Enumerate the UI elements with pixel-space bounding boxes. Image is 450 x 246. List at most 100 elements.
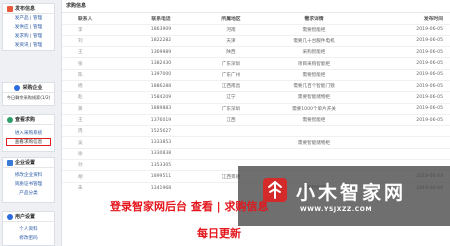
settings-icon [7, 159, 13, 166]
sidebar-item-news[interactable]: 发资讯 | 管理 [3, 41, 54, 50]
region-cell: 天津 [198, 34, 264, 47]
table-row: 刘 1822282 天津 需要几十台服件电机 2019-06-05 [62, 34, 450, 47]
region-cell: 辽宁 [198, 91, 264, 104]
region-cell: 江西南昌 [198, 79, 264, 92]
table-row: 李 1863909 河南 需要智能柜 2019-06-05 [62, 23, 450, 36]
detail-cell: 需要几百个智能门锁 [264, 79, 364, 92]
sidebar-item-profile[interactable]: 个人资料 [3, 225, 54, 234]
publish-panel-header: 发布信息 [3, 4, 54, 14]
contact-cell: 刘 [62, 34, 124, 47]
col-detail: 需求详情 [304, 16, 324, 22]
region-cell [198, 125, 264, 137]
contact-cell: 黄 [62, 102, 124, 115]
date-cell: 2019-06-05 [364, 57, 450, 70]
table-row: 陈 1397000 广东广州 需要智能柜 2019-06-05 [62, 68, 450, 81]
contact-cell: 赵 [62, 91, 124, 104]
date-cell: 2019-06-05 [364, 91, 450, 104]
purchase-company-panel: 采购企业 今日剩余采购线索(1/2) [2, 82, 55, 106]
phone-cell: 1376019 [124, 113, 198, 126]
promo-line-1: 登录智家网后台 查看 | 求购信息 [110, 200, 269, 213]
detail-cell: 需要几十台服件电机 [264, 34, 364, 47]
view-purchase-title: 查看求购 [15, 117, 36, 123]
date-cell: 2019-06-05 [364, 23, 450, 36]
purchase-company-header: 采购企业 [3, 83, 54, 93]
detail-cell: 采购智能柜 [264, 46, 364, 58]
detail-cell: 项目采购智能柜 [264, 57, 364, 70]
phone-cell: 1889883 [124, 102, 198, 115]
sidebar-item-supply[interactable]: 发供应 | 管理 [3, 23, 54, 32]
user-settings-header: 用户设置 [3, 212, 54, 222]
contact-cell: 杨 [62, 79, 124, 92]
region-cell [198, 136, 264, 149]
phone-cell: 1369989 [124, 46, 198, 58]
user-settings-panel: 用户设置 个人资料 修改密码 [2, 211, 55, 246]
user-settings-title: 用户设置 [15, 214, 36, 220]
phone-cell: 1382430 [124, 57, 198, 70]
region-cell: 广东广州 [198, 68, 264, 81]
contact-cell: 张 [62, 57, 124, 70]
publish-panel: 发布信息 发产品 | 管理 发供应 | 管理 发求购 | 管理 发资讯 | 管理 [2, 3, 55, 51]
phone-cell: 1333853 [124, 136, 198, 149]
sidebar-item-view-purchase-info[interactable]: 查看求购信息 [6, 138, 51, 146]
date-cell [364, 136, 450, 149]
date-cell: 2019-06-05 [364, 79, 450, 92]
contact-cell: 孙 [62, 159, 124, 171]
brand-url: WWW.YSJXZZ.COM [300, 206, 373, 213]
detail-cell: 需要智能柜 [264, 113, 364, 126]
sidebar-item-product[interactable]: 发产品 | 管理 [3, 14, 54, 23]
date-cell: 2019-06-05 [364, 113, 450, 126]
sidebar: 发布信息 发产品 | 管理 发供应 | 管理 发求购 | 管理 发资讯 | 管理… [0, 0, 57, 246]
phone-cell: 1822282 [124, 34, 198, 47]
table-row: 王 1369989 陕西 采购智能柜 2019-06-05 [62, 46, 450, 58]
date-cell: 2019-06-05 [364, 34, 450, 47]
col-region: 所属地区 [221, 16, 241, 22]
table-row: 赵 1584209 辽宁 需要智能储物柜 2019-06-05 [62, 91, 450, 104]
phone-cell: 1341968 [124, 181, 198, 194]
phone-cell: 1397000 [124, 68, 198, 81]
table-row: 吴 1333853 需要智能储物柜 [62, 136, 450, 149]
purchase-company-title: 采购企业 [22, 85, 43, 91]
detail-cell: 需要1000个单片开关 [264, 102, 364, 115]
sidebar-item-purchase[interactable]: 发求购 | 管理 [3, 32, 54, 41]
phone-cell: 1899511 [124, 170, 198, 183]
col-contact: 联系人 [78, 16, 93, 22]
company-settings-header: 企业设置 [3, 158, 54, 168]
page-title: 求购信息 [62, 0, 450, 13]
sidebar-item-password[interactable]: 修改密码 [3, 234, 54, 243]
phone-cell: 1863909 [124, 23, 198, 36]
region-cell: 广东深圳 [198, 57, 264, 70]
company-settings-title: 企业设置 [15, 160, 36, 166]
date-cell: 2019-06-05 [364, 68, 450, 81]
company-icon [14, 84, 21, 91]
table-row: 张 1382430 广东深圳 项目采购智能柜 2019-06-05 [62, 57, 450, 70]
table-row: 王 1376019 江西 需要智能柜 2019-06-05 [62, 113, 450, 126]
contact-cell: 徐 [62, 147, 124, 160]
sidebar-item-edit-company[interactable]: 修改企业资料 [3, 171, 54, 180]
phone-cell: 1330838 [124, 147, 198, 160]
sidebar-item-product-category[interactable]: 产品分类 [3, 189, 54, 198]
table-row: 杨 1886288 江西南昌 需要几百个智能门锁 2019-06-05 [62, 79, 450, 92]
user-icon [7, 213, 13, 220]
contact-cell: 朱 [62, 181, 124, 194]
phone-cell: 1584209 [124, 91, 198, 104]
contact-cell: 周 [62, 125, 124, 137]
view-purchase-icon [7, 116, 13, 123]
detail-cell: 需要智能储物柜 [264, 91, 364, 104]
contact-cell: 李 [62, 23, 124, 36]
phone-cell: 1353305 [124, 159, 198, 171]
publish-icon [7, 5, 13, 12]
contact-cell: 吴 [62, 136, 124, 149]
detail-cell [264, 147, 364, 160]
promo-line-2: 每日更新 [197, 227, 241, 240]
detail-cell: 需要智能柜 [264, 23, 364, 36]
contact-cell: 王 [62, 46, 124, 58]
detail-cell [264, 125, 364, 137]
contact-cell: 王 [62, 113, 124, 126]
region-cell [198, 147, 264, 160]
sidebar-item-enter-system[interactable]: 进入采购系统 [3, 129, 54, 138]
sidebar-item-certificates[interactable]: 资质证书管理 [3, 180, 54, 189]
detail-cell: 需要智能储物柜 [264, 136, 364, 149]
date-cell [364, 125, 450, 137]
col-date: 发布时间 [423, 16, 443, 22]
date-cell: 2019-06-05 [364, 102, 450, 115]
